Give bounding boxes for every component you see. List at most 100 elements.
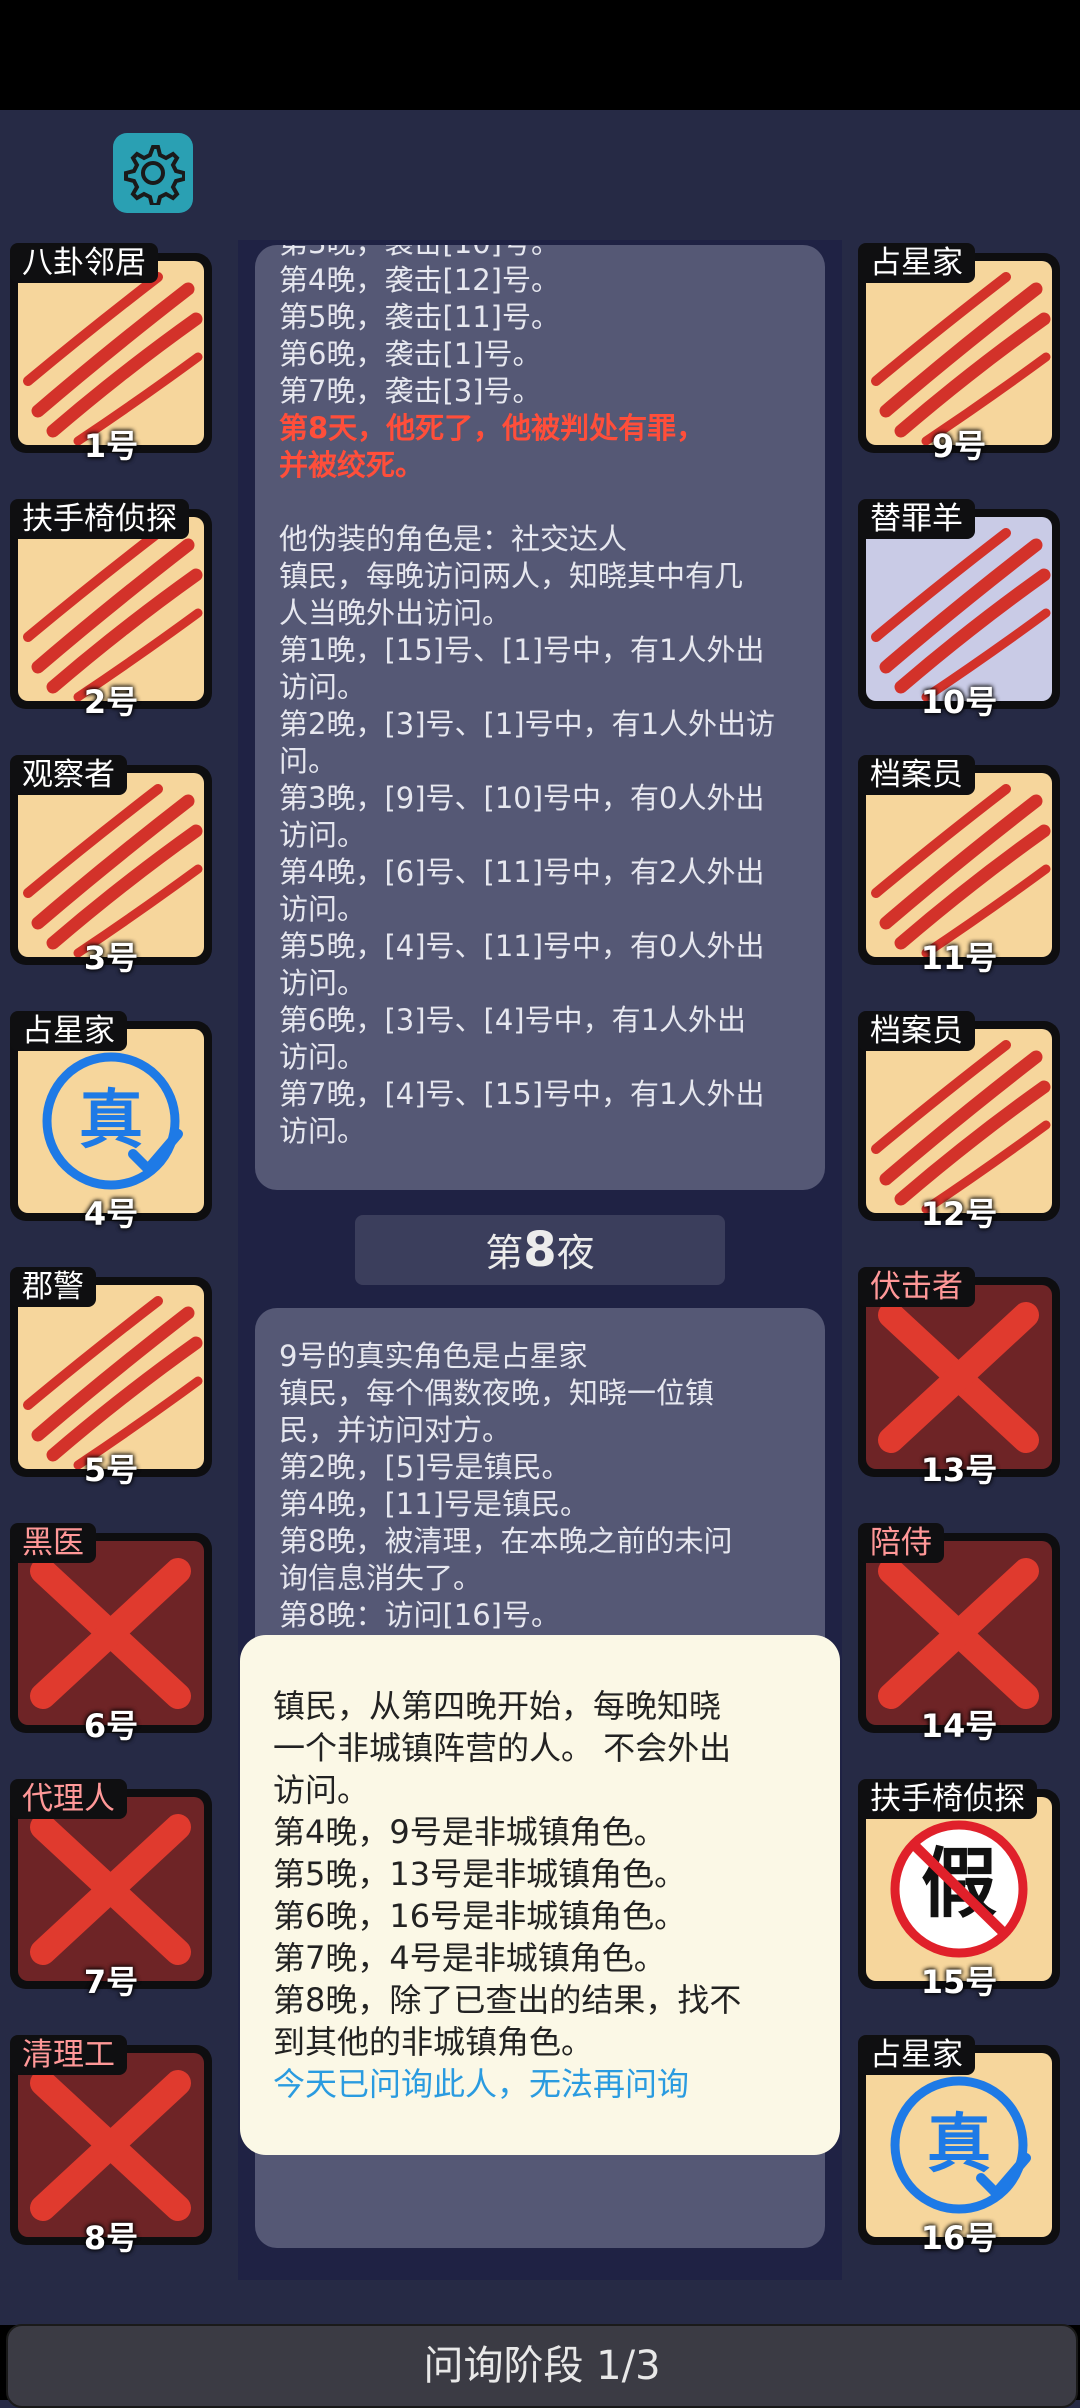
log-line: 访问。 (279, 966, 367, 1000)
log-line: 第4晚，[6]号、[11]号中，有2人外出 (279, 855, 765, 889)
log-line: 询信息消失了。 (279, 1561, 483, 1595)
claw-mark-icon (23, 1296, 203, 1469)
eliminated-x-icon (30, 2070, 191, 2221)
player-card[interactable]: 真 占星家 4号 (10, 1011, 212, 1233)
player-card[interactable]: 观察者 3号 (10, 755, 212, 977)
player-number: 13号 (920, 1451, 998, 1489)
player-log-panel[interactable]: 第3晚，袭击[10]号。第4晚，袭击[12]号。第5晚，袭击[11]号。第6晚，… (255, 245, 825, 1190)
role-portrait: 真 (866, 2053, 1052, 2237)
log-line: 第5晚，[4]号、[11]号中，有0人外出 (279, 929, 765, 963)
role-label: 占星家 (10, 1011, 127, 1051)
log-line: 第3晚，袭击[10]号。 (279, 245, 801, 262)
player-number: 11号 (920, 939, 998, 977)
role-label: 代理人 (10, 1779, 127, 1819)
role-label: 占星家 (858, 2035, 975, 2075)
log-line: 9号的真实角色是占星家 (279, 1339, 588, 1373)
log-line: 人当晚外出访问。 (279, 596, 512, 630)
claw-mark-icon (871, 528, 1051, 701)
log-line: 第7晚，[4]号、[15]号中，有1人外出 (279, 1077, 765, 1111)
player-card[interactable]: 陪侍 14号 (858, 1523, 1060, 1745)
log-line: 镇民，每晚访问两人，知晓其中有几 (279, 559, 744, 593)
popup-line: 第5晚，13号是非城镇角色。 (273, 1855, 687, 1893)
role-portrait (866, 1029, 1052, 1213)
popup-line: 到其他的非城镇角色。 (273, 2023, 594, 2061)
log-line: 第1晚，[15]号、[1]号中，有1人外出 (279, 633, 765, 667)
log-line: 第8天，他死了，他被判处有罪， (279, 411, 706, 445)
player-number: 6号 (83, 1707, 139, 1745)
player-card[interactable]: 代理人 7号 (10, 1779, 212, 2001)
true-stamp-icon: 真 (890, 2076, 1031, 2214)
player-card[interactable]: 真 占星家 16号 (858, 2035, 1060, 2257)
role-label: 档案员 (858, 755, 975, 795)
player-card[interactable]: 替罪羊 10号 (858, 499, 1060, 721)
player-number: 16号 (920, 2219, 998, 2257)
player-number: 5号 (83, 1451, 139, 1489)
role-portrait (866, 261, 1052, 445)
log-line: 第6晚，[3]号、[4]号中，有1人外出 (279, 1003, 747, 1037)
log-line: 访问。 (279, 1040, 367, 1074)
player-card[interactable]: 占星家 9号 (858, 243, 1060, 465)
inquiry-notice: 今天已问询此人，无法再问询 (273, 2065, 690, 2103)
popup-line: 一个非城镇阵营的人。 不会外出 (273, 1729, 732, 1767)
role-portrait (18, 261, 204, 445)
svg-text:真: 真 (79, 1084, 143, 1158)
player-card[interactable]: 八卦邻居 1号 (10, 243, 212, 465)
role-portrait (866, 1285, 1052, 1469)
phase-indicator: 问询阶段 1/3 (6, 2324, 1078, 2408)
log-line: 第6晚，袭击[1]号。 (279, 337, 542, 371)
claw-mark-icon (871, 784, 1051, 957)
popup-line: 第7晚，4号是非城镇角色。 (273, 1939, 666, 1977)
role-label: 观察者 (10, 755, 127, 795)
role-label: 占星家 (858, 243, 975, 283)
role-portrait (18, 1541, 204, 1725)
player-card[interactable]: 黑医 6号 (10, 1523, 212, 1745)
player-card[interactable]: 清理工 8号 (10, 2035, 212, 2257)
player-number: 1号 (83, 427, 139, 465)
player-number: 3号 (83, 939, 139, 977)
status-bar (0, 0, 1080, 110)
role-portrait (866, 773, 1052, 957)
role-portrait (18, 2053, 204, 2237)
role-label: 黑医 (10, 1523, 96, 1563)
role-portrait (18, 1797, 204, 1981)
eliminated-x-icon (30, 1814, 191, 1965)
claw-mark-icon (871, 272, 1051, 445)
role-label: 伏击者 (858, 1267, 975, 1307)
popup-line: 第8晚，除了已查出的结果，找不 (273, 1981, 742, 2019)
player-card[interactable]: 伏击者 13号 (858, 1267, 1060, 1489)
claw-mark-icon (23, 528, 203, 701)
role-label: 郡警 (10, 1267, 96, 1307)
role-portrait (18, 1285, 204, 1469)
popup-line: 第6晚，16号是非城镇角色。 (273, 1897, 687, 1935)
role-label: 替罪羊 (858, 499, 975, 539)
player-card[interactable]: 郡警 5号 (10, 1267, 212, 1489)
log-line: 并被绞死。 (279, 448, 425, 482)
popup-line: 第4晚，9号是非城镇角色。 (273, 1813, 666, 1851)
role-portrait (18, 517, 204, 701)
player-number: 14号 (920, 1707, 998, 1745)
gear-icon (124, 145, 185, 205)
log-line: 第5晚，袭击[11]号。 (279, 300, 560, 334)
player-number: 10号 (920, 683, 998, 721)
player-number: 7号 (83, 1963, 139, 2001)
role-label: 清理工 (10, 2035, 127, 2075)
popup-line: 访问。 (273, 1771, 370, 1809)
log-line: 访问。 (279, 1114, 367, 1148)
player-card[interactable]: 档案员 11号 (858, 755, 1060, 977)
player-number: 2号 (83, 683, 139, 721)
claw-mark-icon (871, 1040, 1051, 1213)
eliminated-x-icon (878, 1558, 1039, 1709)
settings-button[interactable] (113, 133, 193, 213)
player-card[interactable]: 扶手椅侦探 2号 (10, 499, 212, 721)
role-label: 档案员 (858, 1011, 975, 1051)
log-line: 第8晚，被清理，在本晚之前的未问 (279, 1524, 733, 1558)
player-card[interactable]: 档案员 12号 (858, 1011, 1060, 1233)
inquiry-popup[interactable]: 镇民，从第四晚开始，每晚知晓 一个非城镇阵营的人。 不会外出 访问。 第4晚，9号是非… (240, 1635, 840, 2155)
player-card[interactable]: 假扶手椅侦探 15号 (858, 1779, 1060, 2001)
eliminated-x-icon (30, 1558, 191, 1709)
log-line: 第4晚，[11]号是镇民。 (279, 1487, 589, 1521)
log-line: 访问。 (279, 670, 367, 704)
log-line: 第7晚，袭击[3]号。 (279, 374, 542, 408)
log-spacer (279, 484, 801, 521)
svg-text:真: 真 (927, 2108, 991, 2182)
